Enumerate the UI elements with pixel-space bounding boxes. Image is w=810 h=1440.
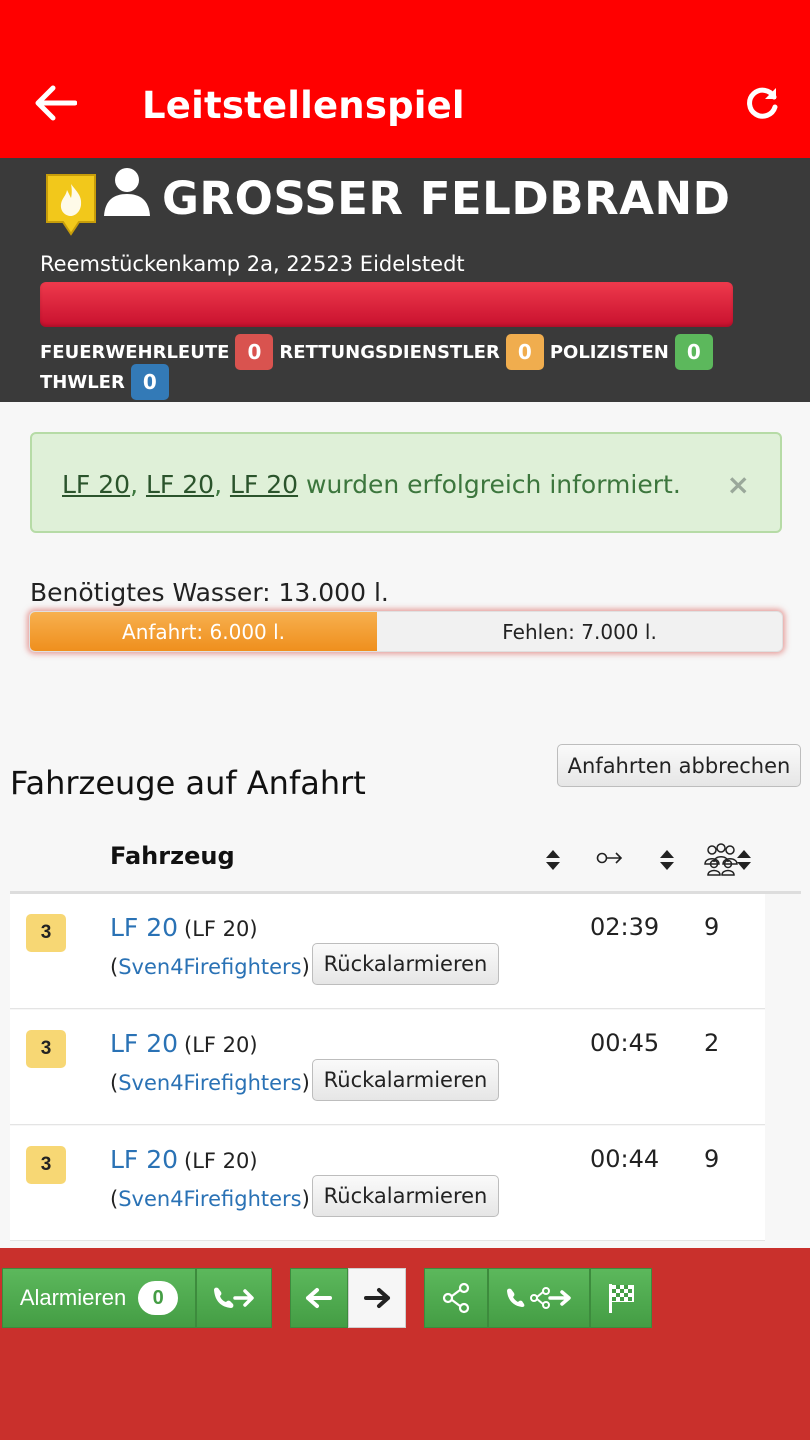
paramedics-count: 0 xyxy=(505,334,544,370)
eta-key-icon xyxy=(596,848,624,873)
app-bar: Leitstellenspiel xyxy=(0,0,810,158)
alarm-count-badge: 0 xyxy=(138,1281,179,1315)
alert-vehicle-link[interactable]: LF 20 xyxy=(146,470,214,499)
vehicle-level-badge: 3 xyxy=(26,914,66,952)
column-header-vehicle[interactable]: Fahrzeug xyxy=(110,842,235,870)
owner-link[interactable]: Sven4Firefighters xyxy=(118,1187,301,1211)
alert-vehicle-link[interactable]: LF 20 xyxy=(230,470,298,499)
alarm-share-next-button[interactable] xyxy=(488,1268,590,1328)
mission-progress-bar xyxy=(40,282,733,327)
vehicle-crew: 2 xyxy=(704,1029,720,1057)
vehicle-eta: 00:44 xyxy=(590,1145,660,1173)
person-icon xyxy=(102,166,152,223)
vehicle-type: (LF 20) xyxy=(184,1033,258,1057)
water-arriving-fill: Anfahrt: 6.000 l. xyxy=(30,612,378,651)
share-button[interactable] xyxy=(424,1268,488,1328)
refresh-icon[interactable] xyxy=(740,80,786,126)
vehicle-name-link[interactable]: LF 20 xyxy=(110,913,178,942)
mission-header: GROSSER FELDBRAND Reemstückenkamp 2a, 22… xyxy=(0,158,810,402)
section-title: Fahrzeuge auf Anfahrt xyxy=(10,764,366,802)
alert-vehicle-link[interactable]: LF 20 xyxy=(62,470,130,499)
close-icon[interactable]: × xyxy=(727,468,750,501)
owner-link[interactable]: Sven4Firefighters xyxy=(118,1071,301,1095)
arrow-left-icon xyxy=(306,1288,332,1308)
table-row: 3 LF 20 (LF 20) (Sven4Firefighters) Rück… xyxy=(10,1010,765,1125)
vehicle-name-link[interactable]: LF 20 xyxy=(110,1029,178,1058)
table-row: 3 LF 20 (LF 20) (Sven4Firefighters) Rück… xyxy=(10,1126,765,1241)
firefighters-count: 0 xyxy=(235,334,274,370)
app-title: Leitstellenspiel xyxy=(142,84,465,127)
mission-name: GROSSER FELDBRAND xyxy=(162,172,731,225)
water-missing-label: Fehlen: 7.000 l. xyxy=(502,619,657,644)
paramedics-label: RETTUNGSDIENSTLER xyxy=(279,341,500,363)
vehicle-owner: (Sven4Firefighters) xyxy=(110,955,310,979)
vehicle-crew: 9 xyxy=(704,1145,720,1173)
vehicle-name-link[interactable]: LF 20 xyxy=(110,1145,178,1174)
back-arrow-icon[interactable] xyxy=(30,80,80,126)
water-progress-bar: Anfahrt: 6.000 l. Fehlen: 7.000 l. xyxy=(29,611,783,652)
table-row: 3 LF 20 (LF 20) (Sven4Firefighters) Rück… xyxy=(10,894,765,1009)
vehicle-level-badge: 3 xyxy=(26,1146,66,1184)
abort-approaches-button[interactable]: Anfahrten abbrechen xyxy=(557,744,801,787)
water-required-label: Benötigtes Wasser: 13.000 l. xyxy=(30,578,389,607)
alert-separator: , xyxy=(130,470,146,499)
previous-mission-button[interactable] xyxy=(290,1268,348,1328)
recall-button[interactable]: Rückalarmieren xyxy=(312,1175,499,1217)
alert-message: LF 20, LF 20, LF 20 wurden erfolgreich i… xyxy=(62,470,681,499)
sort-eta-icon[interactable] xyxy=(659,850,675,872)
phone-share-arrow-icon xyxy=(507,1287,571,1309)
arrow-right-icon xyxy=(364,1288,390,1308)
police-count: 0 xyxy=(674,334,713,370)
next-mission-button[interactable] xyxy=(348,1268,406,1328)
personnel-counts-row-2: THWLER 0 xyxy=(40,364,169,400)
vehicle-owner: (Sven4Firefighters) xyxy=(110,1071,310,1095)
main-content: LF 20, LF 20, LF 20 wurden erfolgreich i… xyxy=(0,402,810,1248)
vehicle-type: (LF 20) xyxy=(184,1149,258,1173)
bottom-action-bar: Alarmieren 0 xyxy=(0,1248,810,1440)
sort-vehicle-icon[interactable] xyxy=(545,850,561,872)
vehicle-owner: (Sven4Firefighters) xyxy=(110,1187,310,1211)
vehicle-level-badge: 3 xyxy=(26,1030,66,1068)
alarm-call-next-button[interactable] xyxy=(196,1268,272,1328)
alarm-label: Alarmieren xyxy=(19,1285,127,1310)
phone-arrow-icon xyxy=(214,1287,254,1308)
crew-group-icon xyxy=(702,842,740,881)
fire-marker-icon xyxy=(44,172,98,241)
success-alert: LF 20, LF 20, LF 20 wurden erfolgreich i… xyxy=(30,432,782,533)
alert-separator: , xyxy=(214,470,230,499)
thw-count: 0 xyxy=(130,364,169,400)
recall-button[interactable]: Rückalarmieren xyxy=(312,1059,499,1101)
alarm-button[interactable]: Alarmieren 0 xyxy=(2,1268,196,1328)
share-icon xyxy=(442,1282,470,1314)
mission-address: Reemstückenkamp 2a, 22523 Eidelstedt xyxy=(40,252,465,276)
owner-link[interactable]: Sven4Firefighters xyxy=(118,955,301,979)
finish-mission-button[interactable] xyxy=(590,1268,652,1328)
thw-label: THWLER xyxy=(40,371,125,393)
vehicle-type: (LF 20) xyxy=(184,917,258,941)
checkered-flag-icon xyxy=(609,1284,634,1313)
alert-text: wurden erfolgreich informiert. xyxy=(298,470,681,499)
table-header: Fahrzeug xyxy=(10,826,801,894)
vehicle-eta: 02:39 xyxy=(590,913,660,941)
police-label: POLIZISTEN xyxy=(549,341,669,363)
sort-crew-icon[interactable] xyxy=(736,850,752,872)
recall-button[interactable]: Rückalarmieren xyxy=(312,943,499,985)
vehicle-crew: 9 xyxy=(704,913,720,941)
firefighters-label: FEUERWEHRLEUTE xyxy=(40,341,230,363)
vehicle-eta: 00:45 xyxy=(590,1029,660,1057)
